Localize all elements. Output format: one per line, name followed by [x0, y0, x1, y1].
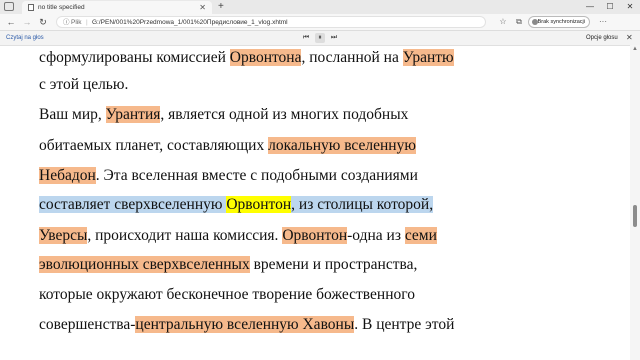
collections-icon[interactable]: ⧉ — [512, 15, 526, 29]
reload-button[interactable]: ↻ — [36, 15, 50, 29]
forward-button[interactable]: → — [20, 15, 34, 29]
highlighted-text: Орвонтон — [282, 227, 348, 244]
info-icon[interactable]: ⓘ — [63, 17, 70, 28]
sync-label: Brak synchronizacji — [537, 19, 585, 25]
text-line: которые окружают бесконечное творение бо… — [39, 285, 415, 305]
url-text[interactable]: G:/PEN/001%20Przedmowa_1/001%20Предислов… — [92, 17, 288, 28]
scheme-label: Plik — [71, 19, 82, 26]
text-segment: . В центре этой — [354, 316, 455, 333]
read-aloud-toolbar: Czytaj na głos ⏮ ⏸ ⏭ Opcje głosu ✕ — [0, 31, 640, 46]
text-line: Уверсы, происходит наша комиссия. Орвонт… — [39, 226, 437, 246]
highlighted-text: Урантия — [105, 106, 161, 123]
text-segment: которые окружают бесконечное творение бо… — [39, 286, 415, 303]
highlighted-text: сверхвселенную — [114, 196, 223, 213]
document-icon — [28, 4, 34, 11]
read-aloud-label[interactable]: Czytaj na głos — [6, 31, 44, 45]
tab-active[interactable]: no title specified ✕ — [22, 1, 212, 14]
sync-button[interactable]: Brak synchronizacji — [528, 16, 590, 28]
vertical-scrollbar[interactable]: ▲ — [630, 45, 640, 360]
tab-title: no title specified — [38, 4, 85, 11]
text-segment: обитаемых планет, составляющих — [39, 137, 269, 154]
navigation-bar: ← → ↻ ⓘ Plik | G:/PEN/001%20Przedmowa_1/… — [0, 14, 640, 31]
text-line: с этой целью. — [39, 75, 128, 95]
text-segment: Ваш мир, — [39, 106, 106, 123]
new-tab-button[interactable]: + — [218, 0, 224, 14]
highlighted-text: Уверсы — [39, 227, 88, 244]
text-line: совершенства-центральную вселенную Хавон… — [39, 315, 454, 335]
tab-actions-icon[interactable] — [4, 2, 14, 11]
text-segment: сформулированы комиссией — [39, 49, 230, 66]
highlighted-text: Небадон — [39, 167, 96, 184]
previous-icon[interactable]: ⏮ — [301, 33, 311, 43]
scrollbar-thumb[interactable] — [633, 205, 637, 227]
favorites-star-icon[interactable]: ☆ — [496, 15, 510, 29]
text-segment: , посланной на — [301, 49, 403, 66]
highlighted-text: Орвонтон — [226, 196, 292, 213]
text-segment: , происходит наша комиссия. — [87, 227, 283, 244]
text-segment: -одна из — [347, 227, 405, 244]
read-aloud-close-icon[interactable]: ✕ — [626, 31, 633, 45]
text-segment: совершенства- — [39, 316, 136, 333]
text-line: обитаемых планет, составляющих локальную… — [39, 136, 416, 156]
text-segment: времени и пространства, — [249, 256, 418, 273]
highlighted-text: , из столицы которой, — [291, 196, 434, 213]
text-line: сформулированы комиссией Орвонтона, посл… — [39, 48, 454, 68]
more-menu-icon[interactable]: ··· — [596, 15, 610, 29]
minimize-button[interactable]: — — [580, 0, 600, 14]
voice-options-button[interactable]: Opcje głosu — [586, 31, 618, 45]
highlighted-text: центральную вселенную Хавоны — [135, 316, 355, 333]
avatar — [532, 19, 538, 25]
highlighted-text: семи — [404, 227, 437, 244]
highlighted-text: эволюционных сверхвселенных — [39, 256, 250, 273]
text-line: эволюционных сверхвселенных времени и пр… — [39, 255, 417, 275]
close-window-button[interactable]: ✕ — [620, 0, 640, 14]
text-segment: с этой целью. — [39, 76, 129, 93]
address-bar[interactable]: ⓘ Plik | G:/PEN/001%20Przedmowa_1/001%20… — [56, 16, 486, 28]
highlighted-text: Орвонтона — [229, 49, 302, 66]
back-button[interactable]: ← — [4, 15, 18, 29]
text-segment: , является одной из многих подобных — [160, 106, 409, 123]
text-line: Небадон. Эта вселенная вместе с подобным… — [39, 166, 418, 186]
highlighted-text: составляет — [39, 196, 111, 213]
next-icon[interactable]: ⏭ — [329, 33, 339, 43]
text-line: составляет сверхвселенную Орвонтон, из с… — [39, 195, 434, 215]
pause-icon[interactable]: ⏸ — [315, 33, 325, 43]
maximize-button[interactable]: ☐ — [600, 0, 620, 14]
text-segment: . Эта вселенная вместе с подобными созда… — [95, 167, 418, 184]
address-separator: | — [86, 19, 88, 26]
tab-strip: no title specified ✕ + — ☐ ✕ — [0, 0, 640, 14]
scroll-up-icon[interactable]: ▲ — [632, 46, 638, 52]
tab-close-icon[interactable]: ✕ — [199, 1, 206, 14]
highlighted-text: локальную вселенную — [268, 137, 416, 154]
highlighted-text: Урантю — [402, 49, 454, 66]
text-line: Ваш мир, Урантия, является одной из мног… — [39, 105, 408, 125]
